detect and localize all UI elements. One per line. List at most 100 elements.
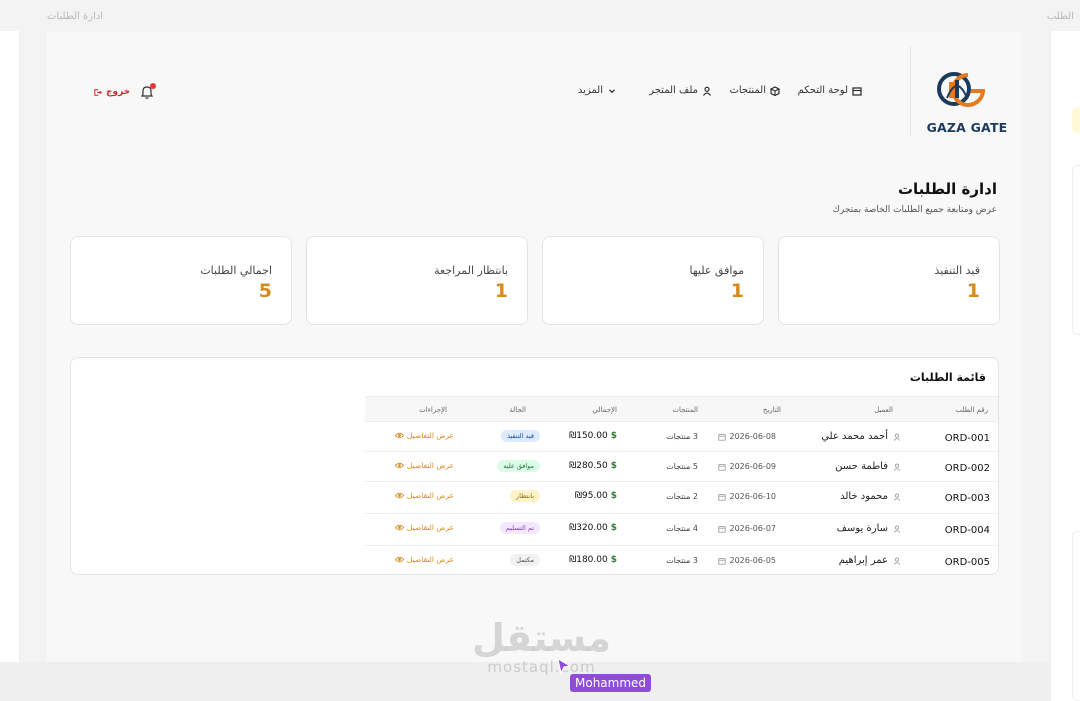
user-icon (893, 433, 901, 441)
eye-icon (394, 462, 404, 469)
left-panel-edge (0, 31, 20, 662)
order-total: ₪280.50 (569, 461, 608, 471)
orders-table-title: قائمة الطلبات (909, 371, 986, 384)
stat-value: 1 (730, 280, 744, 302)
user-icon (893, 525, 901, 533)
dashboard-icon (852, 86, 862, 96)
orders-table: رقم الطلب العميل التاريخ المنتجات الإجما… (365, 396, 998, 574)
stat-value: 5 (258, 280, 272, 302)
right-panel-box (1072, 165, 1080, 335)
order-id: ORD-005 (944, 557, 990, 568)
dollar-icon: $ (610, 555, 617, 565)
nav-products[interactable]: المنتجات (729, 85, 780, 96)
logout-label: خروج (106, 87, 131, 97)
eye-icon (394, 492, 404, 499)
dollar-icon: $ (610, 523, 617, 533)
stat-card-approved: موافق عليها 1 (542, 236, 764, 325)
view-details-button[interactable]: عرض التفاصيل (394, 555, 454, 564)
nav-dashboard[interactable]: لوحة التحكم (798, 85, 862, 96)
view-details-button[interactable]: عرض التفاصيل (394, 491, 454, 500)
right-panel-pill (1072, 107, 1080, 133)
right-panel-edge (1050, 31, 1080, 701)
nav-dashboard-label: لوحة التحكم (797, 85, 848, 96)
dollar-icon: $ (610, 491, 617, 501)
dollar-icon: $ (610, 431, 617, 441)
view-details-button[interactable]: عرض التفاصيل (394, 523, 454, 532)
logout-button[interactable]: خروج (93, 87, 130, 97)
status-badge: قيد التنفيذ (501, 430, 540, 442)
nav-products-label: المنتجات (729, 85, 766, 96)
user-icon (893, 463, 901, 471)
brand-logo[interactable]: GAZA GATE (910, 46, 1022, 136)
order-id: ORD-002 (944, 463, 990, 474)
customer-cell: فاطمة حسن (835, 461, 901, 472)
view-details-button[interactable]: عرض التفاصيل (394, 431, 454, 440)
column-header-order-id: رقم الطلب (955, 406, 988, 414)
products-count: 2 منتجات (666, 492, 698, 501)
calendar-icon (717, 463, 726, 471)
table-row: ORD-001 أحمد محمد علي 2026-06-08 3 منتجا… (365, 421, 998, 451)
column-header-actions: الإجراءات (419, 406, 447, 414)
main-app-window: GAZA GATE لوحة التحكم المنتجات ملف المتج… (47, 32, 1022, 662)
column-header-date: التاريخ (762, 406, 781, 414)
stat-value: 1 (494, 280, 508, 302)
brand-name: GAZA GATE (926, 120, 1008, 135)
view-details-label: عرض التفاصيل (406, 431, 454, 440)
stat-label: بانتظار المراجعة (434, 264, 508, 277)
status-badge: مكتمل (510, 554, 540, 566)
total-cell: ₪320.00 $ (569, 523, 617, 533)
gaza-gate-logo-icon (937, 72, 985, 107)
customer-name: فاطمة حسن (835, 461, 888, 472)
table-row: ORD-002 فاطمة حسن 2026-06-09 5 منتجات ₪2… (365, 451, 998, 481)
calendar-icon (717, 557, 726, 565)
table-header: رقم الطلب العميل التاريخ المنتجات الإجما… (365, 396, 998, 421)
products-count: 5 منتجات (666, 462, 698, 471)
stat-card-total-orders: اجمالي الطلبات 5 (70, 236, 292, 325)
watermark-arabic: مستقل (472, 616, 611, 660)
column-header-status: الحالة (509, 406, 526, 414)
dollar-icon: $ (610, 461, 617, 471)
nav-more-label: المزيد (577, 85, 603, 96)
view-details-button[interactable]: عرض التفاصيل (394, 461, 454, 470)
order-id: ORD-004 (944, 525, 990, 536)
nav-store-profile[interactable]: ملف المتجر (649, 85, 712, 96)
view-details-label: عرض التفاصيل (406, 555, 454, 564)
order-total: ₪150.00 (569, 431, 608, 441)
background-window-title-right: الطلب (1046, 11, 1074, 22)
stat-card-in-progress: قيد التنفيذ 1 (778, 236, 1000, 325)
page-subtitle: عرض ومتابعة جميع الطلبات الخاصة بمتجرك (832, 205, 997, 215)
date-cell: 2026-06-10 (717, 492, 777, 501)
date-cell: 2026-06-09 (717, 462, 776, 471)
order-date: 2026-06-05 (729, 556, 777, 565)
calendar-icon (717, 433, 726, 441)
table-row: ORD-003 محمود خالد 2026-06-10 2 منتجات ₪… (365, 481, 998, 513)
chevron-down-icon (609, 88, 615, 93)
products-count: 3 منتجات (666, 432, 698, 441)
customer-name: محمود خالد (840, 491, 888, 502)
cursor-arrow-icon (557, 658, 571, 674)
top-navbar: GAZA GATE لوحة التحكم المنتجات ملف المتج… (47, 32, 1022, 152)
view-details-label: عرض التفاصيل (406, 491, 454, 500)
background-window-title: ادارة الطلبات (47, 11, 104, 22)
stat-label: قيد التنفيذ (934, 264, 980, 277)
nav-more-dropdown[interactable]: المزيد (578, 85, 617, 96)
customer-cell: سارة يوسف (837, 523, 901, 534)
stat-card-pending: بانتظار المراجعة 1 (306, 236, 528, 325)
notifications-button[interactable] (139, 83, 156, 100)
customer-name: سارة يوسف (836, 523, 888, 534)
view-details-label: عرض التفاصيل (406, 523, 454, 532)
total-cell: ₪280.50 $ (569, 461, 617, 471)
calendar-icon (717, 493, 726, 501)
customer-cell: أحمد محمد علي (821, 431, 901, 442)
eye-icon (394, 432, 404, 439)
column-header-products: المنتجات (672, 406, 698, 414)
stat-label: اجمالي الطلبات (200, 264, 272, 277)
column-header-customer: العميل (874, 406, 893, 414)
stat-value: 1 (966, 280, 980, 302)
collaborator-cursor-tag: Mohammed (570, 674, 652, 692)
eye-icon (394, 524, 404, 531)
order-date: 2026-06-08 (729, 432, 777, 441)
order-date: 2026-06-10 (729, 492, 777, 501)
order-id: ORD-001 (944, 433, 990, 444)
nav-store-profile-label: ملف المتجر (649, 85, 698, 96)
